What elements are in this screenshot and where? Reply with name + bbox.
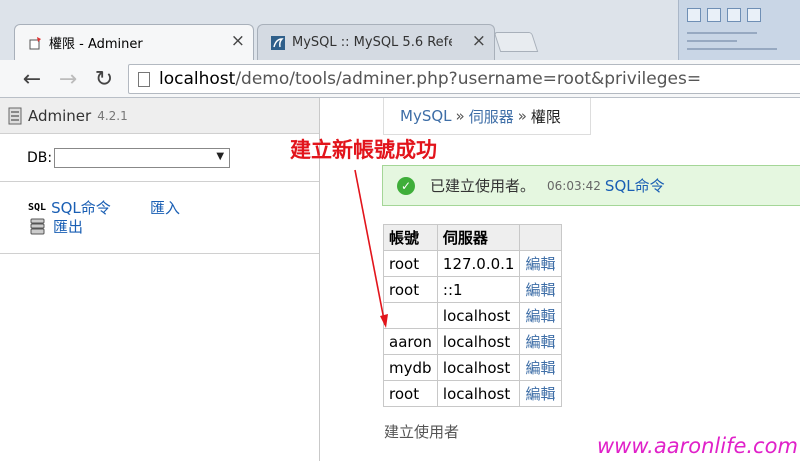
cell-server: ::1 [436, 276, 521, 303]
column-header-server: 伺服器 [436, 224, 521, 251]
tab-close-icon[interactable]: × [231, 31, 245, 51]
message-sql-link[interactable]: SQL命令 [605, 175, 665, 196]
cell-server: 127.0.0.1 [436, 250, 521, 277]
page-icon [138, 72, 150, 87]
background-text-line [687, 32, 757, 34]
cell-server: localhost [436, 302, 521, 329]
breadcrumb-separator: » [517, 107, 527, 125]
cell-account: root [383, 380, 438, 407]
mysql-dolphin-favicon-icon [271, 36, 285, 50]
sidebar-links: SQL SQL命令 匯入 匯出 [0, 182, 319, 254]
tab-title: MySQL :: MySQL 5.6 Refer [292, 35, 452, 50]
new-tab-button[interactable] [493, 32, 539, 52]
breadcrumb-separator: » [455, 107, 465, 125]
table-row: aaron localhost 編輯 [383, 328, 562, 355]
browser-toolbar: ← → ↻ localhost/demo/tools/adminer.php?u… [0, 60, 800, 98]
watermark: www.aaronlife.com [597, 434, 798, 458]
toolbar-icon [747, 8, 761, 22]
sql-icon: SQL [28, 202, 47, 213]
adminer-favicon-icon [29, 37, 41, 50]
edit-link[interactable]: 編輯 [519, 328, 562, 355]
adminer-sidebar: Adminer 4.2.1 DB: ▼ SQL SQL命令 匯入 匯出 [0, 98, 320, 461]
chevron-down-icon: ▼ [216, 150, 225, 162]
cell-account: mydb [383, 354, 438, 381]
export-link[interactable]: 匯出 [30, 216, 83, 237]
import-link[interactable]: 匯入 [150, 197, 180, 218]
annotation-arrow-icon [354, 169, 388, 328]
db-select[interactable]: ▼ [54, 147, 231, 168]
toolbar-icon [707, 8, 721, 22]
tab-close-icon[interactable]: × [472, 31, 486, 51]
app-version: 4.2.1 [97, 108, 128, 123]
breadcrumb-mysql[interactable]: MySQL [400, 107, 452, 125]
tab-title: 權限 - Adminer [49, 37, 143, 52]
background-text-line [687, 40, 737, 42]
table-row: root ::1 編輯 [383, 276, 562, 303]
breadcrumb: MySQL » 伺服器 » 權限 [383, 98, 591, 135]
tab-mysql-reference[interactable]: MySQL :: MySQL 5.6 Refer × [257, 24, 495, 60]
app-name[interactable]: Adminer [28, 107, 91, 125]
url-host: localhost [159, 69, 236, 89]
message-time: 06:03:42 [547, 178, 601, 193]
adminer-logo-icon [8, 107, 22, 125]
address-bar[interactable]: localhost/demo/tools/adminer.php?usernam… [128, 64, 800, 94]
forward-arrow-icon[interactable]: → [54, 65, 82, 93]
sql-command-link[interactable]: SQL SQL命令 [28, 197, 111, 218]
db-select-row: DB: ▼ [0, 134, 319, 182]
sidebar-header: Adminer 4.2.1 [0, 98, 319, 134]
sql-command-label: SQL命令 [51, 199, 111, 217]
success-message: ✓ 已建立使用者。 06:03:42 SQL命令 [382, 165, 800, 206]
edit-link[interactable]: 編輯 [519, 250, 562, 277]
table-row: localhost 編輯 [383, 302, 562, 329]
db-label: DB: [27, 149, 53, 166]
table-row: root localhost 編輯 [383, 380, 562, 407]
url-path: /demo/tools/adminer.php?username=root&pr… [235, 69, 702, 89]
table-header-row: 帳號 伺服器 [383, 224, 562, 251]
cell-server: localhost [436, 354, 521, 381]
background-window [678, 0, 800, 60]
table-row: root 127.0.0.1 編輯 [383, 250, 562, 277]
export-label: 匯出 [53, 218, 84, 236]
edit-link[interactable]: 編輯 [519, 302, 562, 329]
export-database-icon [30, 218, 45, 235]
tab-adminer[interactable]: 權限 - Adminer × [14, 24, 254, 60]
cell-server: localhost [436, 380, 521, 407]
create-user-link[interactable]: 建立使用者 [384, 421, 459, 442]
edit-link[interactable]: 編輯 [519, 380, 562, 407]
edit-link[interactable]: 編輯 [519, 276, 562, 303]
column-header-action [519, 224, 562, 251]
toolbar-icon [727, 8, 741, 22]
breadcrumb-server[interactable]: 伺服器 [469, 106, 514, 127]
toolbar-icon [687, 8, 701, 22]
message-text: 已建立使用者。 [430, 177, 536, 195]
cell-server: localhost [436, 328, 521, 355]
table-row: mydb localhost 編輯 [383, 354, 562, 381]
browser-tabstrip: 權限 - Adminer × MySQL :: MySQL 5.6 Refer … [0, 0, 800, 60]
breadcrumb-current: 權限 [530, 107, 561, 126]
reload-icon[interactable]: ↻ [90, 65, 118, 93]
background-text-line [687, 48, 777, 50]
back-arrow-icon[interactable]: ← [18, 65, 46, 93]
edit-link[interactable]: 編輯 [519, 354, 562, 381]
